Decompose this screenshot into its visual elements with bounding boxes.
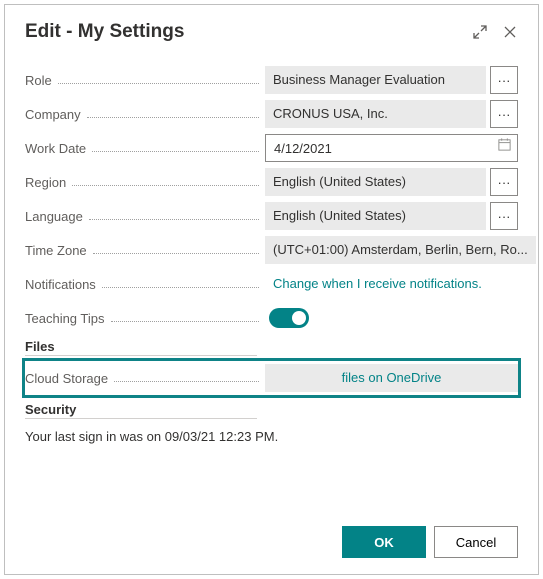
- dialog-body: Role Business Manager Evaluation ··· Com…: [5, 51, 538, 512]
- dialog-title: Edit - My Settings: [25, 21, 184, 43]
- row-notifications: Notifications Change when I receive noti…: [25, 267, 518, 301]
- region-lookup-button[interactable]: ···: [490, 168, 518, 196]
- region-label: Region: [25, 175, 66, 190]
- ellipsis-icon: ···: [498, 175, 511, 190]
- row-company: Company CRONUS USA, Inc. ···: [25, 97, 518, 131]
- row-teaching-tips: Teaching Tips: [25, 301, 518, 335]
- notifications-link[interactable]: Change when I receive notifications.: [265, 270, 518, 298]
- language-lookup-button[interactable]: ···: [490, 202, 518, 230]
- calendar-icon[interactable]: [497, 134, 512, 162]
- role-label: Role: [25, 73, 52, 88]
- row-work-date: Work Date 4/12/2021: [25, 131, 518, 165]
- dialog-header: Edit - My Settings: [5, 5, 538, 51]
- company-field[interactable]: CRONUS USA, Inc.: [265, 100, 486, 128]
- time-zone-label: Time Zone: [25, 243, 87, 258]
- last-sign-in-text: Your last sign in was on 09/03/21 12:23 …: [25, 429, 518, 444]
- ellipsis-icon: ···: [498, 209, 511, 224]
- teaching-tips-label: Teaching Tips: [25, 311, 105, 326]
- region-field[interactable]: English (United States): [265, 168, 486, 196]
- language-label: Language: [25, 209, 83, 224]
- expand-icon[interactable]: [472, 24, 488, 40]
- company-lookup-button[interactable]: ···: [490, 100, 518, 128]
- security-section-header: Security: [25, 402, 257, 419]
- row-time-zone: Time Zone (UTC+01:00) Amsterdam, Berlin,…: [25, 233, 518, 267]
- role-lookup-button[interactable]: ···: [490, 66, 518, 94]
- close-icon[interactable]: [502, 24, 518, 40]
- row-region: Region English (United States) ···: [25, 165, 518, 199]
- work-date-field[interactable]: 4/12/2021: [265, 134, 518, 162]
- ellipsis-icon: ···: [498, 107, 511, 122]
- notifications-label: Notifications: [25, 277, 96, 292]
- row-language: Language English (United States) ···: [25, 199, 518, 233]
- row-role: Role Business Manager Evaluation ···: [25, 63, 518, 97]
- files-section-header: Files: [25, 339, 257, 356]
- header-icons: [472, 24, 518, 40]
- work-date-label: Work Date: [25, 141, 86, 156]
- cloud-storage-highlight: Cloud Storage files on OneDrive: [22, 358, 521, 398]
- teaching-tips-toggle[interactable]: [269, 308, 309, 328]
- ok-button[interactable]: OK: [342, 526, 426, 558]
- role-field[interactable]: Business Manager Evaluation: [265, 66, 486, 94]
- dialog-footer: OK Cancel: [5, 512, 538, 574]
- language-field[interactable]: English (United States): [265, 202, 486, 230]
- company-label: Company: [25, 107, 81, 122]
- cancel-button[interactable]: Cancel: [434, 526, 518, 558]
- time-zone-field[interactable]: (UTC+01:00) Amsterdam, Berlin, Bern, Ro.…: [265, 236, 536, 264]
- row-cloud-storage: Cloud Storage files on OneDrive: [25, 363, 518, 393]
- cloud-storage-label: Cloud Storage: [25, 371, 108, 386]
- ellipsis-icon: ···: [498, 73, 511, 88]
- cloud-storage-field[interactable]: files on OneDrive: [265, 364, 518, 392]
- my-settings-dialog: Edit - My Settings Role Business Manager…: [4, 4, 539, 575]
